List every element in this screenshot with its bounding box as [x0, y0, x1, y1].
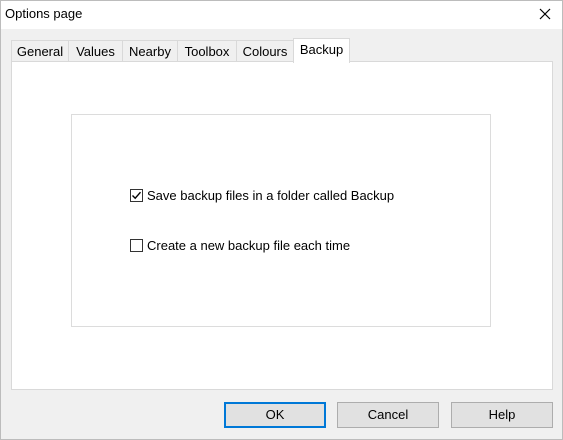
tab-nearby[interactable]: Nearby: [122, 40, 178, 61]
options-dialog: Options page General Values Nearby Toolb…: [0, 0, 563, 440]
tab-colours[interactable]: Colours: [236, 40, 294, 61]
save-backup-folder-checkbox[interactable]: [130, 188, 143, 202]
backup-tab-panel: Save backup files in a folder called Bac…: [11, 61, 553, 390]
new-backup-each-time-label[interactable]: Create a new backup file each time: [147, 238, 350, 253]
new-backup-each-time-checkbox[interactable]: [130, 238, 143, 252]
option-save-backup-folder[interactable]: Save backup files in a folder called Bac…: [130, 187, 394, 203]
backup-options-group: Save backup files in a folder called Bac…: [71, 114, 491, 327]
tab-general[interactable]: General: [11, 40, 69, 61]
option-new-backup-each-time[interactable]: Create a new backup file each time: [130, 237, 350, 253]
tab-values[interactable]: Values: [68, 40, 123, 61]
ok-button[interactable]: OK: [224, 402, 326, 428]
close-icon: [539, 8, 551, 20]
save-backup-folder-label[interactable]: Save backup files in a folder called Bac…: [147, 188, 394, 203]
help-button[interactable]: Help: [451, 402, 553, 428]
title-bar: Options page: [1, 1, 562, 29]
tab-backup[interactable]: Backup: [293, 38, 350, 63]
window-title: Options page: [5, 6, 83, 21]
close-button[interactable]: [528, 1, 562, 29]
cancel-button[interactable]: Cancel: [337, 402, 439, 428]
tab-toolbox[interactable]: Toolbox: [177, 40, 237, 61]
check-icon: [132, 191, 142, 199]
